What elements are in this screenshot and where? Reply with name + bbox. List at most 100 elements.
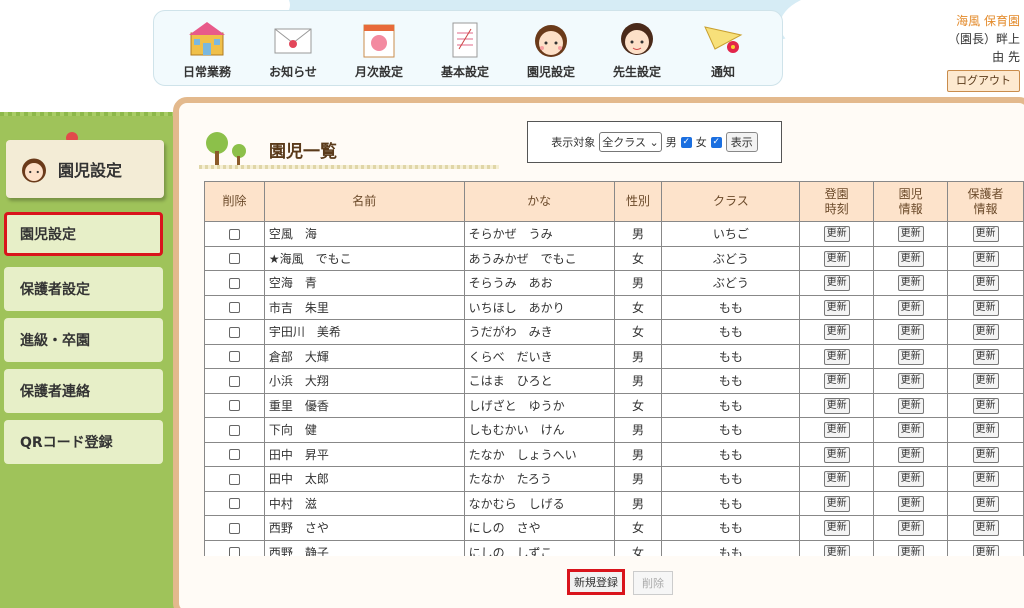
delete-checkbox[interactable] [228, 400, 240, 412]
update-arrival-button[interactable]: 更新 [823, 422, 850, 439]
update-guardian-info-button[interactable]: 更新 [972, 226, 999, 243]
nav-notice[interactable]: お知らせ [250, 10, 336, 80]
children-table-wrap[interactable]: 削除 名前 かな 性別 クラス 登園 時刻 園児 情報 保護者 情報 空風 海そらかぜ うみ男いちご… [204, 181, 1024, 556]
update-child-info-button[interactable]: 更新 [897, 495, 924, 512]
update-cell: 更新 [947, 417, 1024, 443]
update-cell: 更新 [873, 441, 949, 467]
gender-cell: 男 [613, 417, 663, 443]
update-arrival-button[interactable]: 更新 [823, 397, 850, 414]
update-arrival-button[interactable]: 更新 [823, 446, 850, 463]
sidebar-item-guardians[interactable]: 保護者設定 [4, 267, 163, 311]
delete-button[interactable]: 削除 [633, 571, 673, 595]
sidebar-item-promotion[interactable]: 進級・卒園 [4, 318, 163, 362]
update-arrival-button[interactable]: 更新 [823, 495, 850, 512]
update-arrival-button[interactable]: 更新 [823, 471, 850, 488]
sidebar-item-contact[interactable]: 保護者連絡 [4, 369, 163, 413]
delete-checkbox[interactable] [228, 375, 240, 387]
nav-children[interactable]: 園児設定 [508, 10, 594, 80]
nav-label: 先生設定 [612, 65, 661, 79]
user-teacher: 由 先 [992, 50, 1020, 64]
update-guardian-info-button[interactable]: 更新 [972, 446, 999, 463]
delete-cell [204, 343, 265, 369]
update-guardian-info-button[interactable]: 更新 [972, 471, 999, 488]
show-button[interactable]: 表示 [725, 132, 758, 152]
nav-basic[interactable]: 基本設定 [422, 10, 508, 80]
update-cell: 更新 [947, 490, 1024, 516]
update-guardian-info-button[interactable]: 更新 [972, 324, 999, 341]
update-guardian-info-button[interactable]: 更新 [972, 348, 999, 365]
update-child-info-button[interactable]: 更新 [897, 520, 924, 537]
update-child-info-button[interactable]: 更新 [897, 275, 924, 292]
column-header: 園児 情報 [873, 181, 949, 222]
delete-checkbox[interactable] [228, 253, 240, 265]
sidebar-item-children[interactable]: 園児設定 [4, 212, 163, 256]
delete-checkbox[interactable] [228, 473, 240, 485]
update-guardian-info-button[interactable]: 更新 [972, 299, 999, 316]
class-cell: もも [661, 490, 801, 516]
update-guardian-info-button[interactable]: 更新 [972, 495, 999, 512]
delete-checkbox[interactable] [228, 522, 240, 534]
nav-label: 基本設定 [440, 65, 489, 79]
update-guardian-info-button[interactable]: 更新 [972, 397, 999, 414]
update-arrival-button[interactable]: 更新 [823, 348, 850, 365]
delete-checkbox[interactable] [228, 424, 240, 436]
nav-daily[interactable]: 日常業務 [164, 10, 250, 80]
delete-checkbox[interactable] [228, 302, 240, 314]
name-cell: 宇田川 美希 [263, 319, 465, 345]
update-guardian-info-button[interactable]: 更新 [972, 250, 999, 267]
update-guardian-info-button[interactable]: 更新 [972, 422, 999, 439]
update-arrival-button[interactable]: 更新 [823, 544, 850, 556]
nav-teacher[interactable]: 先生設定 [594, 10, 680, 80]
update-arrival-button[interactable]: 更新 [823, 373, 850, 390]
update-arrival-button[interactable]: 更新 [823, 275, 850, 292]
table-row: ★海風 でもこ あうみかぜ でもこ女ぶどう 更新 更新 更新 [204, 245, 1024, 271]
update-child-info-button[interactable]: 更新 [897, 544, 924, 556]
update-cell: 更新 [799, 294, 875, 320]
name-cell: 中村 滋 [263, 490, 465, 516]
new-register-button[interactable]: 新規登録 [567, 569, 625, 595]
update-cell: 更新 [947, 221, 1024, 247]
update-child-info-button[interactable]: 更新 [897, 471, 924, 488]
update-child-info-button[interactable]: 更新 [897, 397, 924, 414]
class-cell: ぶどう [661, 270, 801, 296]
update-child-info-button[interactable]: 更新 [897, 446, 924, 463]
delete-checkbox[interactable] [228, 547, 240, 556]
delete-cell [204, 294, 265, 320]
update-cell: 更新 [799, 417, 875, 443]
update-child-info-button[interactable]: 更新 [897, 250, 924, 267]
table-row: 田中 昇平 たなか しょうへい男もも 更新 更新 更新 [204, 441, 1024, 467]
update-child-info-button[interactable]: 更新 [897, 299, 924, 316]
class-select[interactable]: 全クラス ⌄ [599, 132, 662, 152]
delete-checkbox[interactable] [228, 498, 240, 510]
update-cell: 更新 [799, 221, 875, 247]
delete-checkbox[interactable] [228, 351, 240, 363]
male-checkbox[interactable]: ✓ [680, 136, 692, 148]
update-arrival-button[interactable]: 更新 [823, 299, 850, 316]
kana-cell: くらべ だいき [463, 343, 615, 369]
update-guardian-info-button[interactable]: 更新 [972, 373, 999, 390]
sidebar-item-qr[interactable]: QRコード登録 [4, 420, 163, 464]
update-child-info-button[interactable]: 更新 [897, 226, 924, 243]
delete-checkbox[interactable] [228, 277, 240, 289]
update-child-info-button[interactable]: 更新 [897, 348, 924, 365]
update-guardian-info-button[interactable]: 更新 [972, 544, 999, 556]
nav-notify[interactable]: 通知 [680, 10, 766, 80]
logout-button[interactable]: ログアウト [947, 70, 1020, 92]
update-arrival-button[interactable]: 更新 [823, 324, 850, 341]
delete-checkbox[interactable] [228, 326, 240, 338]
delete-checkbox[interactable] [228, 449, 240, 461]
main-panel: 園児一覧 表示対象 全クラス ⌄ 男 ✓ 女 ✓ 表示 削除 名前 かな 性別 クラス 登園時… [173, 97, 1024, 608]
update-arrival-button[interactable]: 更新 [823, 226, 850, 243]
update-guardian-info-button[interactable]: 更新 [972, 275, 999, 292]
delete-checkbox[interactable] [228, 228, 240, 240]
teacher-face-icon [621, 23, 653, 55]
delete-cell [204, 417, 265, 443]
female-checkbox[interactable]: ✓ [710, 136, 722, 148]
update-child-info-button[interactable]: 更新 [897, 324, 924, 341]
nav-monthly[interactable]: 月次設定 [336, 10, 422, 80]
update-child-info-button[interactable]: 更新 [897, 422, 924, 439]
update-child-info-button[interactable]: 更新 [897, 373, 924, 390]
update-arrival-button[interactable]: 更新 [823, 520, 850, 537]
update-arrival-button[interactable]: 更新 [823, 250, 850, 267]
update-guardian-info-button[interactable]: 更新 [972, 520, 999, 537]
